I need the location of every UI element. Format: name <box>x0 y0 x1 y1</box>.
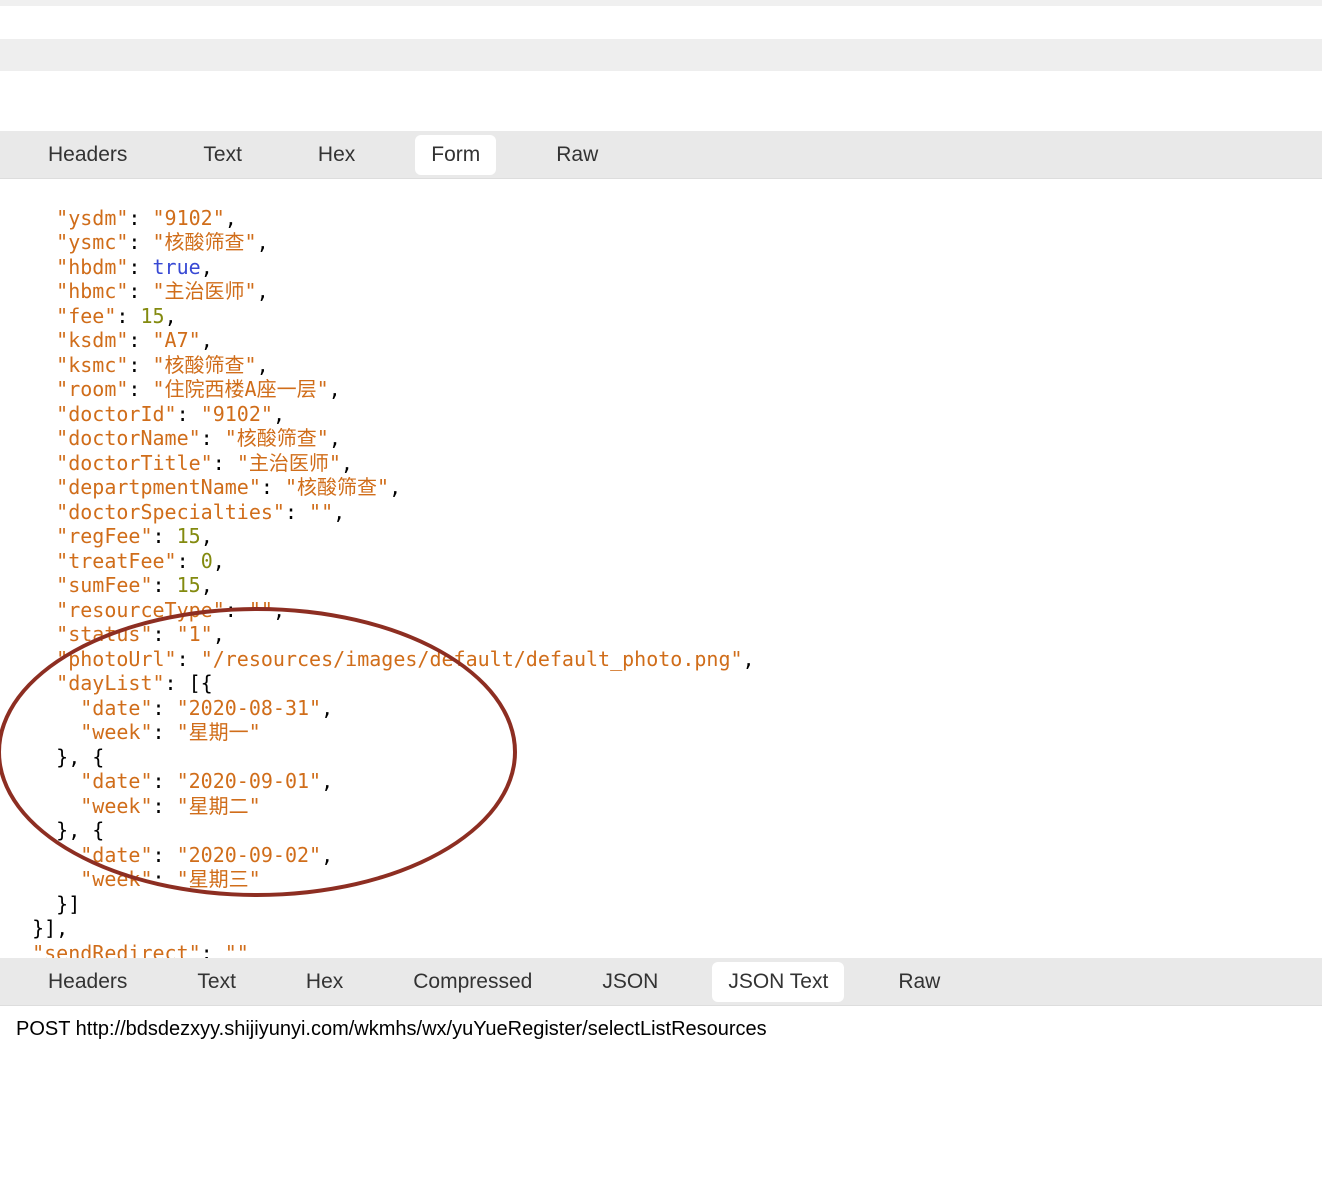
json-value: "星期三" <box>177 867 261 891</box>
json-value: 15 <box>177 524 201 548</box>
json-key: "ksmc" <box>56 353 128 377</box>
json-value: "9102" <box>201 402 273 426</box>
json-value: "核酸筛查" <box>153 230 257 254</box>
tab-text[interactable]: Text <box>187 135 258 175</box>
json-key: "date" <box>80 769 152 793</box>
json-value: "9102" <box>153 206 225 230</box>
json-code-viewer[interactable]: "ysdm": "9102", "ysmc": "核酸筛查", "hbdm": … <box>0 179 1322 958</box>
json-value: "主治医师" <box>237 451 341 475</box>
json-key: "sendRedirect" <box>32 941 201 959</box>
json-value: "2020-08-31" <box>177 696 322 720</box>
json-value: "/resources/images/default/default_photo… <box>201 647 743 671</box>
json-key: "doctorId" <box>56 402 176 426</box>
json-key: "fee" <box>56 304 116 328</box>
json-value: "主治医师" <box>153 279 257 303</box>
tab-headers[interactable]: Headers <box>32 962 143 1002</box>
tab-hex[interactable]: Hex <box>302 135 371 175</box>
json-key: "ksdm" <box>56 328 128 352</box>
json-value: "核酸筛查" <box>153 353 257 377</box>
tab-json-text[interactable]: JSON Text <box>712 962 844 1002</box>
gap2 <box>0 71 1322 131</box>
json-key: "doctorTitle" <box>56 451 213 475</box>
tab-raw[interactable]: Raw <box>540 135 614 175</box>
tab-compressed[interactable]: Compressed <box>397 962 548 1002</box>
request-tabs-bar: Headers Text Hex Form Raw <box>0 131 1322 179</box>
json-value: true <box>153 255 201 279</box>
grey-bar <box>0 39 1322 71</box>
json-key: "week" <box>80 720 152 744</box>
json-key: "week" <box>80 867 152 891</box>
json-value: "1" <box>177 622 213 646</box>
json-value: 0 <box>201 549 213 573</box>
json-key: "date" <box>80 696 152 720</box>
json-value: "星期一" <box>177 720 261 744</box>
json-value: "A7" <box>153 328 201 352</box>
json-key: "ysdm" <box>56 206 128 230</box>
json-value: "" <box>225 941 249 959</box>
tab-headers[interactable]: Headers <box>32 135 143 175</box>
json-value: "星期二" <box>177 794 261 818</box>
request-line: POST http://bdsdezxyy.shijiyunyi.com/wkm… <box>0 1006 1322 1053</box>
json-value: "住院西楼A座一层" <box>153 377 329 401</box>
json-key: "treatFee" <box>56 549 176 573</box>
json-value: "核酸筛查" <box>285 475 389 499</box>
json-value: 15 <box>140 304 164 328</box>
json-value: "2020-09-01" <box>177 769 322 793</box>
json-key: "room" <box>56 377 128 401</box>
json-key: "doctorName" <box>56 426 201 450</box>
json-key: "dayList" <box>56 671 164 695</box>
json-key: "sumFee" <box>56 573 152 597</box>
json-value: "" <box>249 598 273 622</box>
json-value: 15 <box>177 573 201 597</box>
json-key: "departpmentName" <box>56 475 261 499</box>
json-key: "hbmc" <box>56 279 128 303</box>
json-key: "doctorSpecialties" <box>56 500 285 524</box>
json-value: "" <box>309 500 333 524</box>
tab-form[interactable]: Form <box>415 135 496 175</box>
json-key: "photoUrl" <box>56 647 176 671</box>
gap <box>0 6 1322 39</box>
json-key: "date" <box>80 843 152 867</box>
tab-json[interactable]: JSON <box>586 962 674 1002</box>
json-key: "regFee" <box>56 524 152 548</box>
tab-text[interactable]: Text <box>181 962 252 1002</box>
tab-raw[interactable]: Raw <box>882 962 956 1002</box>
json-key: "hbdm" <box>56 255 128 279</box>
json-key: "status" <box>56 622 152 646</box>
json-key: "resourceType" <box>56 598 225 622</box>
json-key: "week" <box>80 794 152 818</box>
json-key: "ysmc" <box>56 230 128 254</box>
json-value: "核酸筛查" <box>225 426 329 450</box>
json-value: "2020-09-02" <box>177 843 322 867</box>
tab-hex[interactable]: Hex <box>290 962 359 1002</box>
response-tabs-bar: Headers Text Hex Compressed JSON JSON Te… <box>0 958 1322 1006</box>
